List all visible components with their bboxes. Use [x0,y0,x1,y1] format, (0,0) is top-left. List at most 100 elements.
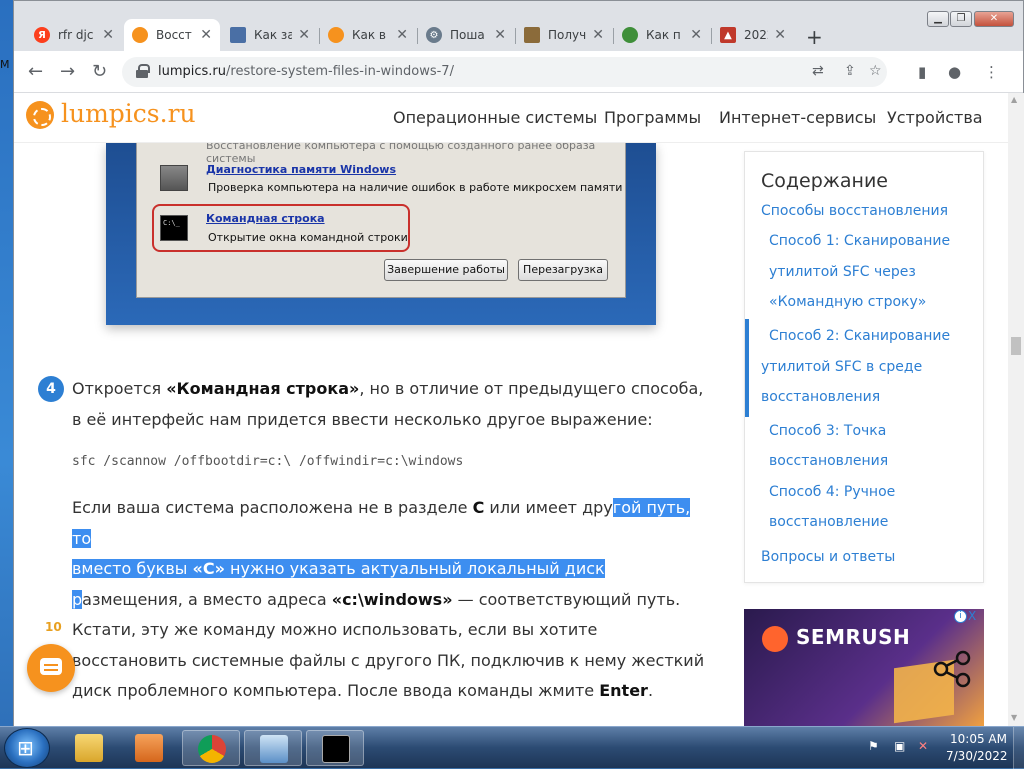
tab-yandex[interactable]: Я rfr djc ✕ [26,19,122,51]
text: азмещения, а вместо адреса [82,589,332,609]
tab-kak-za[interactable]: Как за ✕ [222,19,318,51]
reload-button[interactable]: ↻ [92,61,107,82]
tab-lumpics-active[interactable]: Восст ✕ [124,19,220,51]
scroll-up-icon[interactable]: ▲ [1011,95,1017,104]
explanation-paragraph[interactable]: Если ваша система расположена не в разде… [72,493,712,707]
site-logo[interactable]: lumpics.ru [61,99,196,128]
translate-icon[interactable]: ⇄ [812,63,824,79]
media-player-icon [135,734,163,762]
show-desktop-button[interactable] [1013,727,1024,769]
tab-strip: Я rfr djc ✕ Восст ✕ Как за ✕ Как в ✕ ⚙ П… [14,1,1023,51]
close-icon[interactable]: ✕ [200,27,212,43]
nav-devices[interactable]: Устройства [887,108,983,127]
lumpics-icon [132,27,148,43]
close-icon[interactable]: ✕ [592,27,604,43]
toc-item-method-2[interactable]: утилитой SFC в среде [761,352,922,383]
lumpics-logo-icon[interactable] [26,101,54,129]
green-site-icon [622,27,638,43]
toc-item-method-4[interactable]: Способ 4: Ручное [769,477,895,508]
nav-internet-services[interactable]: Интернет-сервисы [719,108,876,127]
url-text[interactable]: lumpics.ru/restore-system-files-in-windo… [158,64,454,79]
taskbar-chrome[interactable] [182,730,240,766]
tab-title: Как за [254,28,293,42]
recovery-options-dialog: Восстановление компьютера с помощью созд… [136,139,626,298]
close-icon[interactable]: ✕ [494,27,506,43]
close-icon[interactable]: ✕ [298,27,310,43]
taskbar-explorer[interactable] [60,730,118,766]
tab-title: rfr djc [58,28,94,42]
back-button[interactable]: ← [28,61,43,82]
taskbar-command-prompt[interactable] [306,730,364,766]
taskbar-control-panel[interactable] [244,730,302,766]
tab-kak-v[interactable]: Как в ✕ [320,19,416,51]
tab-posha[interactable]: ⚙ Поша ✕ [418,19,514,51]
close-icon[interactable]: ✕ [102,27,114,43]
toc-item-method-1[interactable]: «Командную строку» [769,287,926,318]
menu-kebab-icon[interactable]: ⋮ [984,63,999,81]
taskbar-media-player[interactable] [120,730,178,766]
toc-active-indicator [745,319,749,417]
tab-title: Как п [646,28,681,42]
start-button[interactable] [4,728,50,768]
toc-item-method-4[interactable]: восстановление [769,507,888,538]
scroll-thumb[interactable] [1011,337,1021,355]
toc-title: Содержание [761,170,888,192]
ad-info-icon[interactable]: i [954,610,967,623]
browser-toolbar: ← → ↻ lumpics.ru/restore-system-files-in… [14,51,1023,93]
chrome-window: Я rfr djc ✕ Восст ✕ Как за ✕ Как в ✕ ⚙ П… [13,0,1024,726]
control-panel-icon [260,735,288,763]
share-icon[interactable] [932,649,972,689]
toc-item-faq[interactable]: Вопросы и ответы [761,542,895,573]
window-close-button[interactable]: ✕ [974,11,1014,27]
semrush-logo-icon [762,626,788,652]
clock-time[interactable]: 10:05 AM [950,732,1007,746]
lumpics-icon [328,27,344,43]
page-scrollbar[interactable]: ▲ ▼ [1008,93,1024,726]
restart-button: Перезагрузка [518,259,608,281]
toc-item-methods[interactable]: Способы восстановления [761,196,948,227]
maximize-button[interactable]: ❐ [950,11,972,27]
close-icon[interactable]: ✕ [690,27,702,43]
nav-operating-systems[interactable]: Операционные системы [393,108,597,127]
share-page-icon[interactable]: ⇪ [844,63,856,79]
toc-item-method-3[interactable]: Способ 3: Точка [769,416,886,447]
memory-diagnostic-desc: Проверка компьютера на наличие ошибок в … [208,181,623,194]
text: вместо буквы [72,559,193,578]
new-tab-button[interactable]: + [806,25,823,49]
text: Если ваша система расположена не в разде… [72,498,473,517]
scroll-down-icon[interactable]: ▼ [1011,713,1017,722]
toc-item-method-1[interactable]: Способ 1: Сканирование [769,226,950,257]
tab-poluch[interactable]: Получ ✕ [516,19,612,51]
forward-button[interactable]: → [60,61,75,82]
tab-kak-p[interactable]: Как п ✕ [614,19,710,51]
network-icon[interactable]: ▣ [894,739,908,753]
text: или имеет дру [484,498,613,517]
toc-item-method-1[interactable]: утилитой SFC через [769,257,916,288]
toc-item-method-2[interactable]: восстановления [761,382,880,413]
side-panel-icon[interactable]: ▮ [918,63,926,81]
action-center-icon[interactable]: ⚑ [868,739,882,753]
volume-muted-icon[interactable]: ✕ [918,739,932,753]
close-icon[interactable]: ✕ [774,27,786,43]
profile-avatar-icon[interactable]: ● [948,63,961,81]
tab-title: Как в [352,28,387,42]
address-bar[interactable]: lumpics.ru/restore-system-files-in-windo… [122,57,887,87]
toc-item-method-3[interactable]: восстановления [769,446,888,477]
clock-date[interactable]: 7/30/2022 [946,749,1008,763]
warning-site-icon: ▲ [720,27,736,43]
windows-taskbar: ⚑ ▣ ✕ 10:05 AM 7/30/2022 [0,726,1024,769]
text: . [647,681,654,700]
close-icon[interactable]: ✕ [396,27,408,43]
ad-close-icon[interactable]: X [968,609,976,623]
nav-programs[interactable]: Программы [604,108,701,127]
comments-chat-button[interactable] [27,644,75,692]
code-command[interactable]: sfc /scannow /offbootdir=c:\ /offwindir=… [72,454,463,469]
page-viewport: lumpics.ru Операционные системы Программ… [14,93,1008,726]
tab-2022[interactable]: ▲ 2022 ✕ [712,19,794,51]
bookmark-star-icon[interactable]: ☆ [869,63,882,79]
tab-title: Восст [156,28,192,42]
lock-icon[interactable] [136,64,150,78]
minimize-button[interactable]: ▁ [927,11,949,27]
toc-item-method-2[interactable]: Способ 2: Сканирование [769,321,950,352]
chrome-icon [198,735,226,763]
